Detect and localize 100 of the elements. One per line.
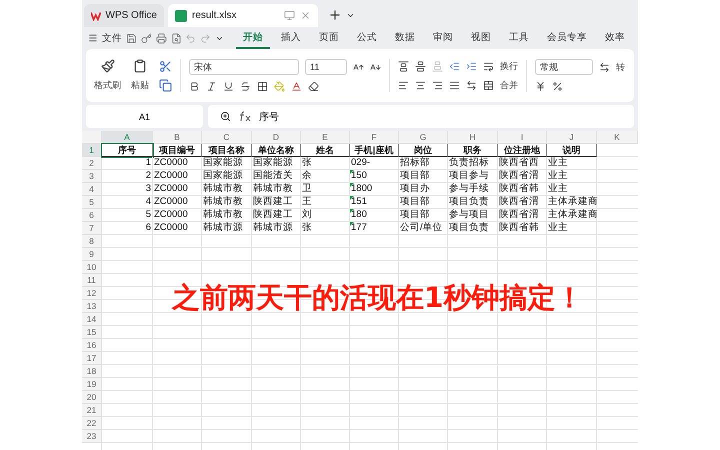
row-header[interactable]: 9: [82, 248, 102, 261]
row-header[interactable]: 4: [82, 183, 102, 196]
font-select[interactable]: 宋体: [189, 59, 299, 75]
column-header[interactable]: I: [498, 131, 547, 144]
document-tab[interactable]: WPS Office: [84, 4, 164, 27]
ribbon-tab[interactable]: 效率: [598, 28, 632, 48]
ribbon-tab[interactable]: 公式: [350, 28, 384, 48]
row-header[interactable]: 2: [82, 157, 102, 170]
document-tab[interactable]: result.xlsx: [168, 4, 318, 27]
grow-font-icon[interactable]: [353, 62, 364, 72]
row-header[interactable]: 7: [82, 222, 102, 235]
row-header[interactable]: 18: [82, 365, 102, 378]
shrink-font-icon[interactable]: [370, 62, 381, 72]
row-header[interactable]: 23: [82, 430, 102, 443]
strikethrough-icon[interactable]: [240, 81, 251, 92]
number-format-select[interactable]: 常规: [535, 59, 593, 75]
bold-icon[interactable]: [189, 81, 200, 92]
ribbon-tab[interactable]: 视图: [464, 28, 498, 48]
row-header[interactable]: 13: [82, 300, 102, 313]
ribbon-tab[interactable]: 数据: [388, 28, 422, 48]
column-header[interactable]: A: [102, 131, 153, 144]
ribbon-tab[interactable]: 页面: [312, 28, 346, 48]
underline-icon[interactable]: [223, 81, 234, 92]
ribbon-tab[interactable]: 插入: [274, 28, 308, 48]
ribbon-tab[interactable]: 工具: [502, 28, 536, 48]
font-color-icon[interactable]: [291, 81, 302, 92]
row-header[interactable]: 3: [82, 170, 102, 183]
column-header[interactable]: B: [153, 131, 202, 144]
border-icon[interactable]: [257, 81, 268, 92]
row-header[interactable]: 14: [82, 313, 102, 326]
column-header[interactable]: F: [350, 131, 399, 144]
caret-icon[interactable]: [346, 11, 355, 20]
currency-icon[interactable]: [535, 81, 546, 92]
row-header[interactable]: 16: [82, 339, 102, 352]
row-header[interactable]: 19: [82, 378, 102, 391]
row-header[interactable]: 8: [82, 235, 102, 248]
outdent-icon[interactable]: [449, 60, 460, 72]
fill-color-icon[interactable]: [274, 81, 285, 92]
save-icon[interactable]: [126, 32, 137, 44]
ribbon-tab[interactable]: 会员专享: [540, 28, 594, 48]
row-header[interactable]: 11: [82, 274, 102, 287]
column-header[interactable]: K: [597, 131, 638, 144]
align-left-icon[interactable]: [398, 80, 409, 90]
row-header[interactable]: 5: [82, 196, 102, 209]
wrap-text-icon[interactable]: [483, 60, 494, 72]
table-cell: 项目参与: [448, 170, 498, 183]
row-header[interactable]: 10: [82, 261, 102, 274]
column-header[interactable]: E: [301, 131, 350, 144]
ribbon-tab[interactable]: 审阅: [426, 28, 460, 48]
format-painter-button[interactable]: 格式刷: [94, 79, 121, 92]
table-cell: 6: [102, 222, 153, 235]
align-middle-icon[interactable]: [415, 60, 426, 72]
function-icon[interactable]: [239, 111, 251, 122]
eraser-icon[interactable]: [308, 81, 319, 92]
column-header[interactable]: J: [547, 131, 597, 144]
row-header[interactable]: 15: [82, 326, 102, 339]
row-header[interactable]: 22: [82, 417, 102, 430]
row-header[interactable]: 1: [82, 144, 102, 157]
key-icon[interactable]: [140, 32, 152, 44]
name-box[interactable]: A1: [86, 105, 203, 128]
file-menu[interactable]: 文件: [102, 32, 122, 44]
row-header[interactable]: 17: [82, 352, 102, 365]
percent-icon[interactable]: [552, 81, 563, 92]
table-cell: 陕西省韩: [498, 183, 547, 196]
zoom-icon[interactable]: [220, 111, 231, 122]
merge-button[interactable]: 合并: [500, 78, 518, 92]
table-cell: 项目负责: [448, 222, 498, 235]
row-header[interactable]: 21: [82, 404, 102, 417]
monitor-icon[interactable]: [284, 10, 295, 21]
row-header[interactable]: 20: [82, 391, 102, 404]
convert-button[interactable]: 转: [616, 60, 625, 74]
paste-button[interactable]: 粘贴: [131, 79, 149, 92]
indent-icon[interactable]: [466, 60, 477, 72]
print-icon[interactable]: [156, 32, 166, 44]
distribute-icon[interactable]: [466, 80, 477, 90]
column-header[interactable]: D: [252, 131, 301, 144]
new-tab-icon[interactable]: [328, 8, 342, 22]
copy-icon[interactable]: [159, 78, 172, 92]
italic-icon[interactable]: [206, 81, 217, 92]
wrap-text-button[interactable]: 换行: [500, 60, 518, 72]
align-top-icon[interactable]: [398, 60, 409, 72]
paintbrush-icon[interactable]: [100, 59, 114, 73]
row-header[interactable]: 6: [82, 209, 102, 222]
convert-icon[interactable]: [599, 62, 610, 72]
column-header[interactable]: H: [448, 131, 498, 144]
menu-icon[interactable]: [88, 33, 98, 43]
font-size-select[interactable]: 11: [305, 59, 347, 75]
row-header[interactable]: 12: [82, 287, 102, 300]
corner-cell[interactable]: [82, 131, 102, 144]
formula-field[interactable]: 序号: [208, 105, 634, 128]
column-header[interactable]: C: [202, 131, 252, 144]
merge-icon[interactable]: [483, 80, 494, 90]
close-icon[interactable]: [300, 10, 311, 21]
justify-icon[interactable]: [449, 80, 460, 90]
cut-icon[interactable]: [159, 60, 172, 72]
clipboard-icon[interactable]: [133, 59, 147, 73]
align-right-icon[interactable]: [432, 80, 443, 90]
align-center-icon[interactable]: [415, 80, 426, 90]
column-header[interactable]: G: [399, 131, 448, 144]
preview-icon[interactable]: [170, 32, 182, 44]
